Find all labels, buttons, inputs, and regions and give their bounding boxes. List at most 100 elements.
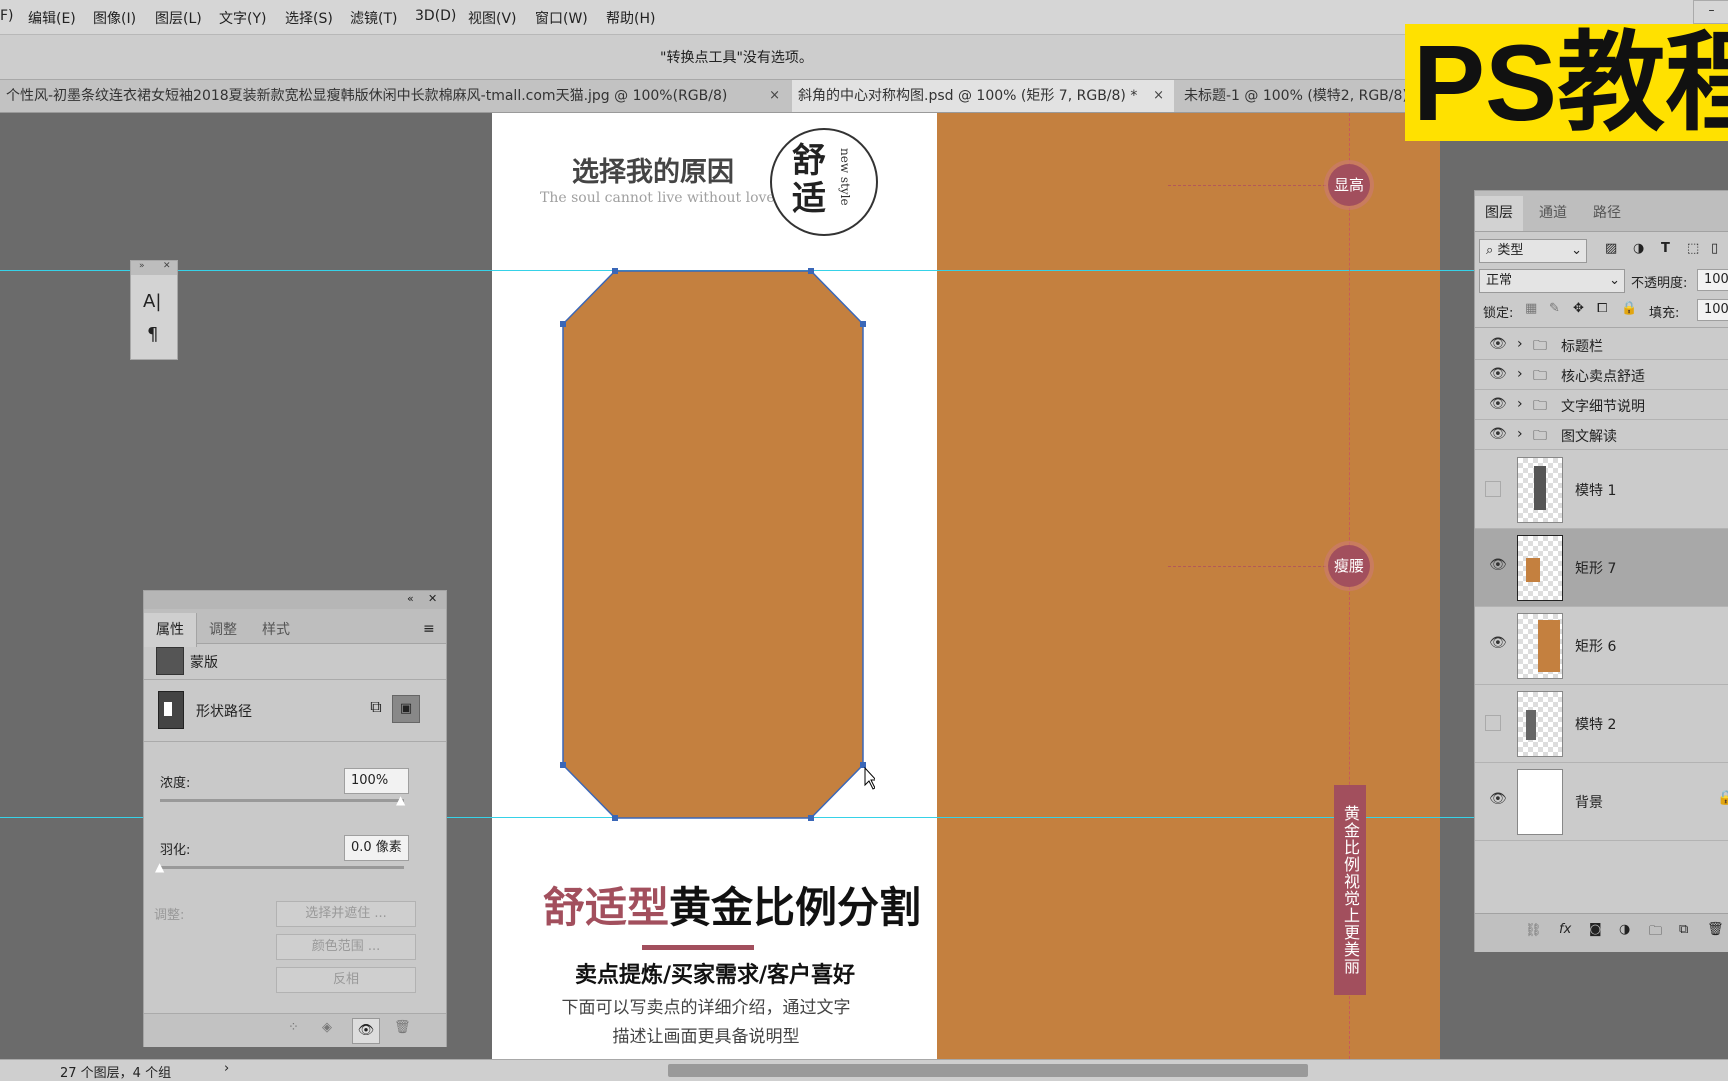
paragraph-panel-button[interactable]: ¶ [147,324,158,345]
cursor-icon [864,766,875,790]
menu-item-edit[interactable]: 编辑(E) [28,8,76,28]
vector-mask-icon[interactable]: ▣ [392,695,420,723]
layer-group-row[interactable]: 👁 › 🗀 标题栏 [1475,331,1728,360]
slider-thumb-icon[interactable]: ▲ [155,860,164,874]
shape-rectangle-7[interactable] [555,265,875,825]
visibility-toggle[interactable] [1485,481,1501,497]
chevron-right-icon[interactable]: › [1517,366,1523,382]
doc-tab-title: 未标题-1 @ 100% (模特2, RGB/8) [1184,88,1408,104]
invert-button[interactable]: 反相 [276,967,416,993]
filter-pixel-icon[interactable]: ▨ [1605,241,1617,256]
lock-transparent-icon[interactable]: ▦ [1525,301,1537,316]
trash-icon[interactable]: 🗑 [394,1020,411,1035]
collapse-icon[interactable]: » [139,261,145,271]
model-figure [1534,466,1546,510]
layer-row[interactable]: 模特 2 [1475,685,1728,763]
eye-icon[interactable]: 👁 [1489,396,1507,412]
layer-row[interactable]: 模特 1 [1475,451,1728,529]
visibility-toggle[interactable] [1485,715,1501,731]
chevron-right-icon[interactable]: › [1517,336,1523,352]
layer-name: 矩形 7 [1575,561,1617,577]
eye-icon[interactable]: 👁 [352,1018,380,1044]
density-slider[interactable] [160,799,404,802]
doc-tab-jpg[interactable]: 个性风-初墨条纹连衣裙女短袖2018夏装新款宽松显瘦韩版休闲中长款棉麻风-tma… [0,80,790,112]
tab-adjustments[interactable]: 调整 [197,613,249,647]
horizontal-scrollbar[interactable] [668,1064,1308,1077]
layer-group-row[interactable]: 👁 › 🗀 图文解读 [1475,421,1728,450]
eye-icon[interactable]: 👁 [1489,366,1507,382]
lock-icon[interactable]: 🔒 [1621,301,1637,316]
close-icon[interactable]: ✕ [428,592,437,605]
eye-icon[interactable]: 👁 [1489,336,1507,352]
trash-icon[interactable]: 🗑 [1707,922,1724,937]
load-selection-icon[interactable]: ⁘ [288,1020,299,1035]
menu-item-select[interactable]: 选择(S) [285,8,333,28]
feather-slider[interactable] [160,866,404,869]
density-field[interactable]: 100% [344,768,409,794]
new-group-icon[interactable]: 🗀 [1649,922,1662,944]
add-mask-icon[interactable]: ⧉ [364,697,388,721]
character-panel-button[interactable]: A| [143,291,161,312]
tab-styles[interactable]: 样式 [250,613,302,647]
select-and-mask-button[interactable]: 选择并遮住 ... [276,901,416,927]
apply-mask-icon[interactable]: ◈ [322,1020,332,1035]
feather-field[interactable]: 0.0 像素 [344,835,409,861]
menu-item-type[interactable]: 文字(Y) [219,8,266,28]
opacity-field[interactable]: 100% [1697,269,1728,291]
add-mask-icon[interactable]: ◙ [1589,922,1602,937]
adjustment-layer-icon[interactable]: ◑ [1619,922,1630,937]
filter-type-icon[interactable]: T [1661,241,1670,256]
menu-item-layer[interactable]: 图层(L) [155,8,202,28]
status-arrow-icon[interactable]: › [224,1061,229,1076]
lock-brush-icon[interactable]: ✎ [1549,301,1560,316]
eye-icon[interactable]: 👁 [1489,791,1507,807]
layer-group-row[interactable]: 👁 › 🗀 核心卖点舒适 [1475,361,1728,390]
close-icon[interactable]: ✕ [163,261,171,271]
new-layer-icon[interactable]: ⧉ [1679,922,1688,937]
menu-item-view[interactable]: 视图(V) [468,8,517,28]
eye-icon[interactable]: 👁 [1489,635,1507,651]
menu-item-help[interactable]: 帮助(H) [606,8,655,28]
menu-item-image[interactable]: 图像(I) [93,8,136,28]
mask-icon[interactable] [156,647,184,675]
layers-tabs: 图层 通道 路径 [1475,191,1728,232]
menu-item-file[interactable]: F) [0,8,14,24]
vector-mask-thumbnail[interactable] [158,691,184,729]
menu-item-window[interactable]: 窗口(W) [535,8,588,28]
chevron-down-icon: ⌄ [1609,273,1620,288]
menu-item-filter[interactable]: 滤镜(T) [350,8,397,28]
lock-artboard-icon[interactable]: ⧠ [1597,301,1607,316]
fx-icon[interactable]: fx [1559,922,1571,937]
layer-filter-select[interactable]: ⌕ 类型 ⌄ [1479,239,1587,263]
filter-shape-icon[interactable]: ⬚ [1687,241,1699,256]
tab-channels[interactable]: 通道 [1529,196,1577,231]
chevron-right-icon[interactable]: › [1517,426,1523,442]
layer-row[interactable]: 👁 背景 🔒 [1475,763,1728,841]
filter-smart-icon[interactable]: ▯ [1711,241,1718,256]
layer-name: 文字细节说明 [1561,399,1645,415]
blend-mode-select[interactable]: 正常 ⌄ [1479,269,1625,293]
panel-menu-icon[interactable]: ≡ [423,621,435,637]
color-range-button[interactable]: 颜色范围 ... [276,934,416,960]
eye-icon[interactable]: 👁 [1489,557,1507,573]
eye-icon[interactable]: 👁 [1489,426,1507,442]
lock-move-icon[interactable]: ✥ [1573,301,1584,316]
layer-row[interactable]: 👁 矩形 6 [1475,607,1728,685]
close-icon[interactable]: × [769,80,780,112]
doc-tab-psd[interactable]: 斜角的中心对称构图.psd @ 100% (矩形 7, RGB/8) * × [792,80,1174,112]
collapse-icon[interactable]: « [407,592,414,605]
layer-row-selected[interactable]: 👁 矩形 7 [1475,529,1728,607]
filter-adjustment-icon[interactable]: ◑ [1633,241,1644,256]
menu-item-3d[interactable]: 3D(D) [415,8,456,24]
fill-field[interactable]: 100% [1697,299,1728,321]
tab-paths[interactable]: 路径 [1583,196,1631,231]
layer-group-row[interactable]: 👁 › 🗀 文字细节说明 [1475,391,1728,420]
slider-thumb-icon[interactable]: ▲ [396,793,405,807]
tab-properties[interactable]: 属性 [144,613,197,647]
minimize-button[interactable]: – [1693,0,1728,24]
close-icon[interactable]: × [1153,80,1164,112]
doc-tab-untitled[interactable]: 未标题-1 @ 100% (模特2, RGB/8) [1178,80,1414,112]
link-icon[interactable]: ⛓ [1525,923,1542,938]
tab-layers[interactable]: 图层 [1475,196,1523,231]
chevron-right-icon[interactable]: › [1517,396,1523,412]
